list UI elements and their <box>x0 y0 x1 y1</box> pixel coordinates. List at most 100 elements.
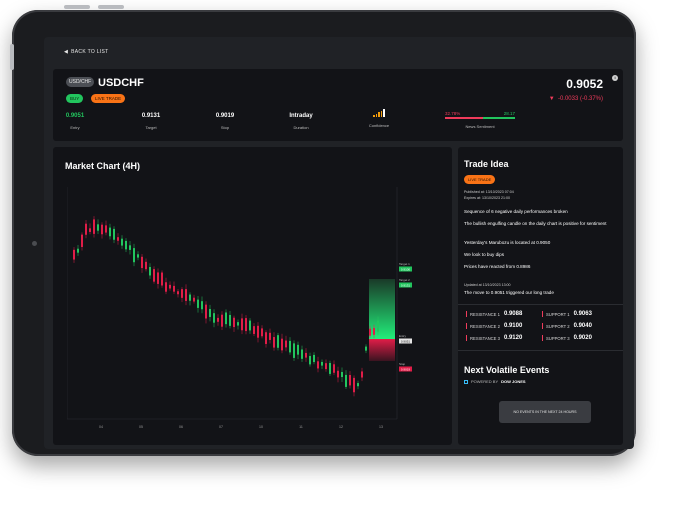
status-badge: LIVE TRADE <box>91 94 126 103</box>
stop-zone <box>369 339 395 361</box>
candle <box>301 349 303 359</box>
price-change: ▼ -0.0033 (-0.37%) <box>548 96 603 102</box>
candle <box>341 372 343 378</box>
stat-label: Target <box>145 125 157 130</box>
info-icon[interactable]: i <box>612 75 618 81</box>
candle <box>345 374 347 387</box>
candle <box>185 289 187 301</box>
support-3: SUPPORT 3 0.9020 <box>542 335 592 341</box>
stat-stop: 0.9019 Stop <box>195 113 255 130</box>
candle <box>97 224 99 231</box>
x-tick-label: 11 <box>299 425 303 429</box>
x-tick-label: 10 <box>259 425 263 429</box>
sentiment-bar <box>445 117 515 119</box>
candle <box>229 314 231 326</box>
candle <box>313 354 315 363</box>
expires-at: Expires at: 13/10/2023 21:00 <box>464 196 510 200</box>
candlestick-chart[interactable]: 04 05 06 07 10 11 12 13 Target 10.9100Target 20… <box>67 187 425 431</box>
divider <box>458 304 623 305</box>
marker-value: 0.9131 <box>401 283 411 287</box>
candle <box>173 285 175 292</box>
stat-label: Duration <box>293 125 309 130</box>
direction-badge: BUY <box>66 94 84 103</box>
candle <box>93 219 95 234</box>
stat-target: 0.9131 Target <box>121 113 181 130</box>
candle <box>309 355 311 365</box>
candle <box>181 289 183 298</box>
stat-confidence: Confidence <box>349 109 409 128</box>
candle <box>237 322 239 326</box>
candle <box>329 362 331 374</box>
candle <box>217 317 219 322</box>
candle <box>333 364 335 373</box>
x-tick-label: 12 <box>339 425 343 429</box>
candle <box>81 234 83 247</box>
candle <box>77 248 79 253</box>
stat-label: Entry <box>70 125 80 130</box>
candle <box>377 320 379 332</box>
candle <box>353 377 355 393</box>
candle <box>201 301 203 310</box>
candle <box>85 223 87 235</box>
arrow-left-icon: ◀ <box>64 49 69 55</box>
symbol-title: USDCHF <box>98 77 144 89</box>
candle <box>357 383 359 387</box>
chart-title: Market Chart (4H) <box>65 161 141 171</box>
sentiment-label: News Sentiment <box>465 124 495 129</box>
update-text: The move to 0.9051 triggered our long tr… <box>464 290 554 295</box>
candle <box>293 343 295 358</box>
back-label: BACK TO LIST <box>71 49 109 55</box>
candle <box>273 337 275 348</box>
candle <box>153 269 155 282</box>
candle <box>257 325 259 338</box>
trade-point: The bullish engulfing candle on the dail… <box>464 221 607 226</box>
marker-label: Entry <box>399 334 407 338</box>
dow-jones-logo-icon <box>464 379 468 384</box>
stat-label: Stop <box>220 125 230 130</box>
candle <box>317 361 319 369</box>
resistance-3: RESISTANCE 3 0.9120 <box>466 335 522 341</box>
candle <box>101 224 103 235</box>
market-chart-card: Market Chart (4H) 04 05 06 07 10 11 12 1… <box>53 147 452 445</box>
candle <box>337 370 339 378</box>
stat-value: Intraday <box>289 113 313 119</box>
candle <box>285 340 287 348</box>
candle <box>245 318 247 332</box>
candle <box>197 299 199 308</box>
candle <box>249 320 251 331</box>
candle <box>169 284 171 289</box>
trade-point: We look to buy dips <box>464 252 505 257</box>
volume-button <box>98 5 124 9</box>
target-zone <box>369 279 395 339</box>
x-tick-label: 06 <box>179 425 183 429</box>
back-to-list-link[interactable]: ◀ BACK TO LIST <box>64 49 108 55</box>
candle <box>113 228 115 240</box>
camera <box>32 241 37 246</box>
candle <box>129 245 131 250</box>
current-price: 0.9052 <box>566 77 603 91</box>
candle <box>109 227 111 237</box>
trade-idea-card: Trade Idea LIVE TRADE Published at: 13/1… <box>458 147 623 445</box>
stat-value: 0.9051 <box>65 113 85 119</box>
candle <box>125 240 127 250</box>
candle <box>105 225 107 233</box>
no-events-box: NO EVENTS IN THE NEXT 24 HOURS <box>499 401 591 423</box>
candle <box>177 291 179 295</box>
candle <box>365 346 367 351</box>
candle <box>221 314 223 327</box>
support-2: SUPPORT 2 0.9040 <box>542 323 592 329</box>
candle <box>305 352 307 358</box>
candle <box>149 266 151 276</box>
x-tick-label: 07 <box>219 425 223 429</box>
sentiment-bear: 32.78% <box>445 111 461 116</box>
candle <box>289 340 291 353</box>
power-button <box>10 44 14 70</box>
updated-at: Updated at 13/10/2023 13:00 <box>464 283 511 287</box>
symbol-pill: USD/CHF <box>66 77 95 87</box>
candle <box>89 228 91 232</box>
candle <box>73 249 75 260</box>
marker-value: 0.9100 <box>401 267 411 271</box>
candle <box>205 304 207 319</box>
candle <box>145 261 147 270</box>
app-screen: ◀ BACK TO LIST USD/CHF USDCHF BUY LIVE T… <box>44 37 634 449</box>
